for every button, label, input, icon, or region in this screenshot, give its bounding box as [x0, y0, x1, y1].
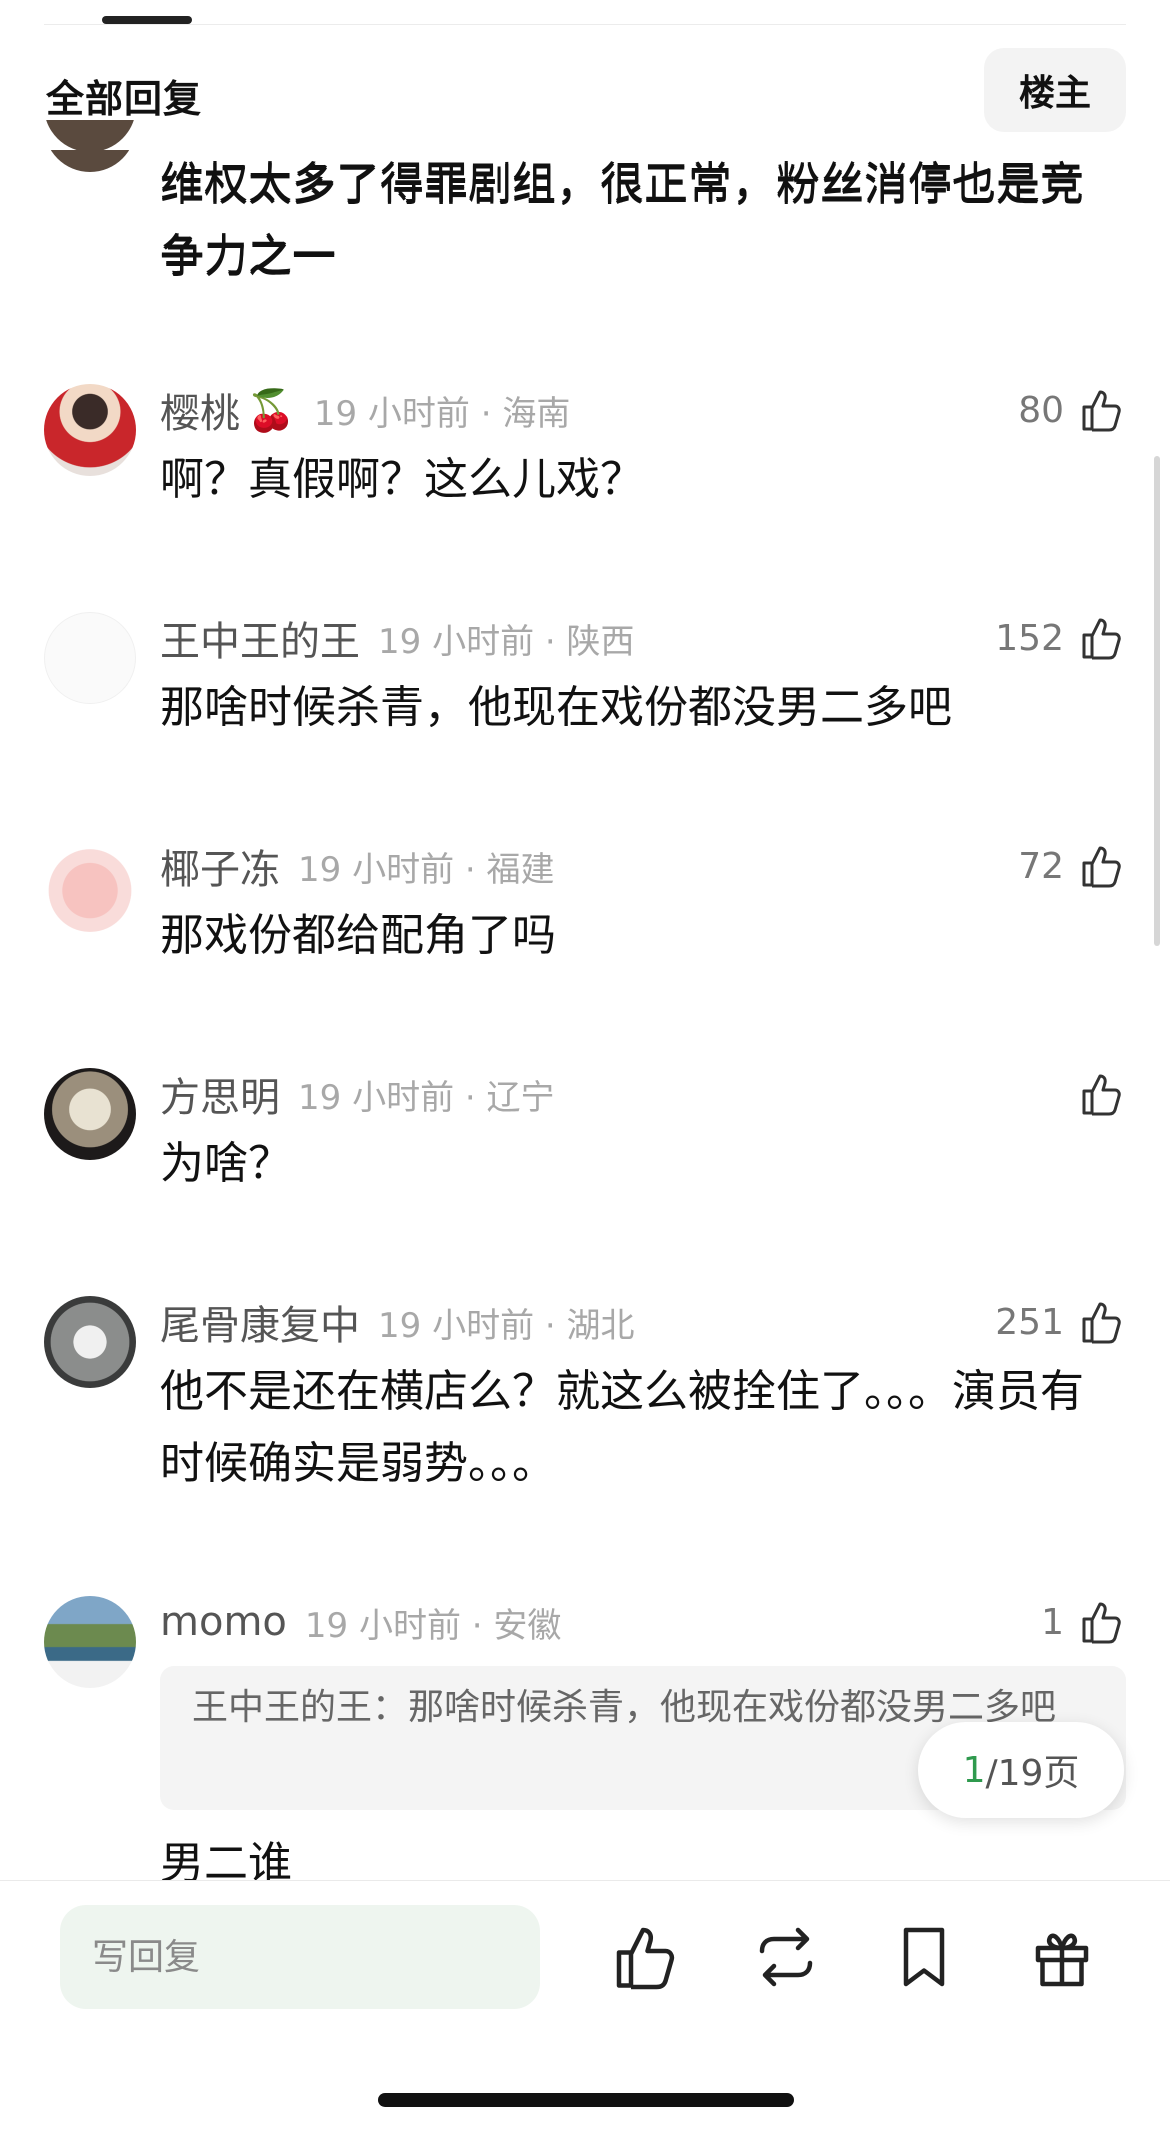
username[interactable]: 椰子冻 — [160, 837, 280, 895]
username[interactable]: 樱桃 — [160, 381, 240, 439]
gift-icon[interactable] — [1026, 1921, 1098, 1993]
reply-input[interactable] — [60, 1905, 540, 2009]
username[interactable]: momo — [160, 1599, 287, 1645]
comment-meta: 19 小时前 · 海南 — [313, 393, 571, 434]
comment-content: 为啥？ — [160, 1138, 292, 1189]
avatar[interactable] — [44, 840, 136, 932]
cherry-emoji: 🍒 — [246, 387, 296, 434]
username[interactable]: 尾骨康复中 — [160, 1293, 360, 1351]
scrollbar[interactable] — [1154, 456, 1160, 946]
comment-meta: 19 小时前 · 辽宁 — [298, 1077, 555, 1118]
comment-content: 他不是还在横店么？就这么被拴住了。。。演员有时候确实是弱势。。。 — [160, 1366, 1084, 1489]
comment-content: 那啥时候杀青，他现在戏份都没男二多吧 — [160, 682, 952, 733]
avatar[interactable] — [44, 1296, 136, 1388]
like-count: 80 — [1018, 389, 1064, 431]
top-header: 全部回复 楼主 — [0, 0, 1170, 150]
tab-indicator — [102, 16, 192, 24]
thumbs-up-icon — [1082, 390, 1121, 432]
comment-meta: 19 小时前 · 湖北 — [378, 1305, 635, 1346]
like-button[interactable]: 1 — [1041, 1596, 1126, 1648]
like-button[interactable]: 251 — [995, 1296, 1126, 1348]
bookmark-icon[interactable] — [888, 1921, 960, 1993]
comment-content: 那戏份都给配角了吗 — [160, 910, 556, 961]
thumbs-up-icon — [1082, 618, 1121, 660]
username[interactable]: 王中王的王 — [160, 609, 360, 667]
username[interactable]: 方思明 — [160, 1065, 280, 1123]
comment-content: 维权太多了得罪剧组，很正常，粉丝消停也是竞争力之一 — [160, 160, 1084, 283]
thumbs-up-icon — [1082, 1602, 1121, 1644]
comment-meta: 19 小时前 · 安徽 — [304, 1605, 562, 1646]
comment-content: 男二谁 — [160, 1838, 292, 1880]
repost-icon[interactable] — [750, 1921, 822, 1993]
page-title: 全部回复 — [46, 77, 203, 121]
like-count: 72 — [1018, 845, 1064, 887]
total-pages: /19页 — [985, 1753, 1080, 1794]
like-count: 1 — [1041, 1601, 1064, 1643]
like-button[interactable]: 152 — [995, 612, 1126, 664]
bottom-bar — [0, 1880, 1170, 2132]
like-button[interactable]: 80 — [1018, 384, 1126, 436]
avatar-partial — [44, 120, 136, 152]
like-button[interactable] — [1064, 1068, 1126, 1120]
avatar[interactable] — [44, 384, 136, 476]
comment-meta: 19 小时前 · 陕西 — [378, 621, 635, 662]
avatar[interactable] — [44, 1068, 136, 1160]
home-indicator — [378, 2093, 794, 2107]
op-only-button[interactable]: 楼主 — [984, 48, 1126, 132]
comment-content: 啊？真假啊？这么儿戏？ — [160, 454, 644, 505]
avatar[interactable] — [44, 612, 136, 704]
avatar[interactable] — [44, 1596, 136, 1688]
divider — [44, 24, 1126, 25]
thumbs-up-icon — [1082, 1074, 1121, 1116]
thumbs-up-icon — [1082, 1302, 1121, 1344]
like-count: 152 — [995, 617, 1064, 659]
comment-meta: 19 小时前 · 福建 — [298, 849, 555, 890]
thumbs-up-icon — [1082, 846, 1121, 888]
like-count: 251 — [995, 1301, 1064, 1343]
like-button[interactable]: 72 — [1018, 840, 1126, 892]
thumbs-up-icon[interactable] — [610, 1921, 682, 1993]
page-indicator[interactable]: 1/19页 — [918, 1722, 1124, 1818]
current-page: 1 — [962, 1749, 986, 1791]
